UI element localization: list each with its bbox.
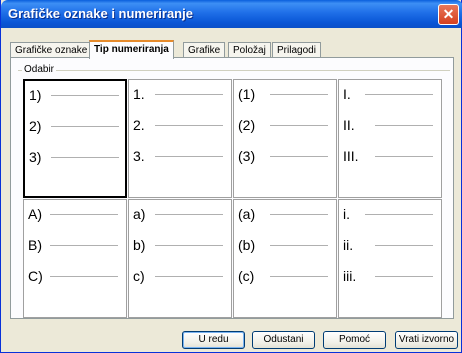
numbering-options-grid: 1) 2) 3) 1. 2. 3. (1) (2) (3) I. II. III. A) B) C) a) b)… (23, 79, 449, 318)
ok-button[interactable]: U redu (182, 331, 245, 349)
option-placeholder-line (50, 276, 118, 277)
reset-button-label: Vrati izvorno (398, 334, 455, 345)
option-placeholder-line (51, 126, 119, 127)
option-placeholder-line (155, 245, 223, 246)
cancel-button[interactable]: Odustani (252, 331, 315, 349)
option-placeholder-line (270, 276, 328, 277)
dialog-window: Grafičke oznake i numeriranje ✕ Grafičke… (0, 0, 462, 353)
option-item-label: ii. (343, 237, 354, 253)
reset-button[interactable]: Vrati izvorno (395, 331, 458, 349)
option-item-label: B) (28, 237, 42, 253)
option-item-label: (2) (238, 117, 256, 133)
option-placeholder-line (155, 214, 223, 215)
numbering-option[interactable]: i. ii. iii. (338, 199, 442, 318)
option-item-label: 1. (133, 86, 145, 102)
option-item-label: 3) (29, 149, 42, 165)
numbering-option[interactable]: (a) (b) (c) (233, 199, 337, 318)
numbering-option[interactable]: I. II. III. (338, 79, 442, 198)
option-placeholder-line (375, 156, 433, 157)
dialog-title: Grafičke oznake i numeriranje (8, 6, 193, 21)
option-item-label: b) (133, 237, 146, 253)
option-placeholder-line (155, 276, 223, 277)
close-button[interactable]: ✕ (438, 4, 459, 25)
cancel-button-label: Odustani (263, 334, 304, 345)
tab-graficke-oznake[interactable]: Grafičke oznake (10, 42, 93, 58)
tab-grafike[interactable]: Grafike (183, 42, 226, 58)
ok-button-label: U redu (198, 334, 229, 345)
option-item-label: C) (28, 268, 43, 284)
option-placeholder-line (270, 94, 328, 95)
option-item-label: (1) (238, 86, 256, 102)
option-item-label: 2. (133, 117, 145, 133)
numbering-option[interactable]: (1) (2) (3) (233, 79, 337, 198)
option-item-label: 3. (133, 148, 145, 164)
option-placeholder-line (51, 95, 119, 96)
group-label-odabir: Odabir (22, 64, 57, 75)
help-button[interactable]: Pomoć (323, 331, 386, 349)
option-item-label: i. (343, 206, 350, 222)
option-item-label: I. (343, 86, 351, 102)
numbering-option[interactable]: 1) 2) 3) (23, 79, 127, 198)
option-item-label: 2) (29, 118, 42, 134)
option-item-label: A) (28, 206, 42, 222)
option-placeholder-line (270, 156, 328, 157)
option-item-label: (b) (238, 237, 256, 253)
option-placeholder-line (270, 245, 328, 246)
option-placeholder-line (50, 245, 118, 246)
option-placeholder-line (365, 214, 433, 215)
option-item-label: (c) (238, 268, 255, 284)
group-divider (18, 70, 450, 71)
close-icon: ✕ (442, 6, 455, 22)
numbering-option[interactable]: 1. 2. 3. (128, 79, 232, 198)
option-placeholder-line (50, 214, 118, 215)
option-placeholder-line (375, 276, 433, 277)
numbering-option[interactable]: a) b) c) (128, 199, 232, 318)
option-item-label: (a) (238, 206, 256, 222)
option-placeholder-line (270, 214, 328, 215)
option-item-label: II. (343, 117, 355, 133)
numbering-option[interactable]: A) B) C) (23, 199, 127, 318)
option-item-label: 1) (29, 87, 42, 103)
option-placeholder-line (51, 157, 119, 158)
option-item-label: III. (343, 148, 359, 164)
option-placeholder-line (155, 94, 223, 95)
option-placeholder-line (375, 125, 433, 126)
tab-polozaj[interactable]: Položaj (228, 42, 271, 58)
option-placeholder-line (270, 125, 328, 126)
option-placeholder-line (155, 125, 223, 126)
title-bar[interactable]: Grafičke oznake i numeriranje ✕ (1, 0, 462, 28)
option-item-label: a) (133, 206, 146, 222)
option-item-label: (3) (238, 148, 256, 164)
option-placeholder-line (375, 245, 433, 246)
option-placeholder-line (365, 94, 433, 95)
option-item-label: c) (133, 268, 145, 284)
tab-prilagodi[interactable]: Prilagodi (272, 42, 321, 58)
tab-tip-numeriranja[interactable]: Tip numeriranja (89, 40, 174, 59)
help-button-label: Pomoć (338, 334, 371, 345)
option-item-label: iii. (343, 268, 357, 284)
option-placeholder-line (155, 156, 223, 157)
